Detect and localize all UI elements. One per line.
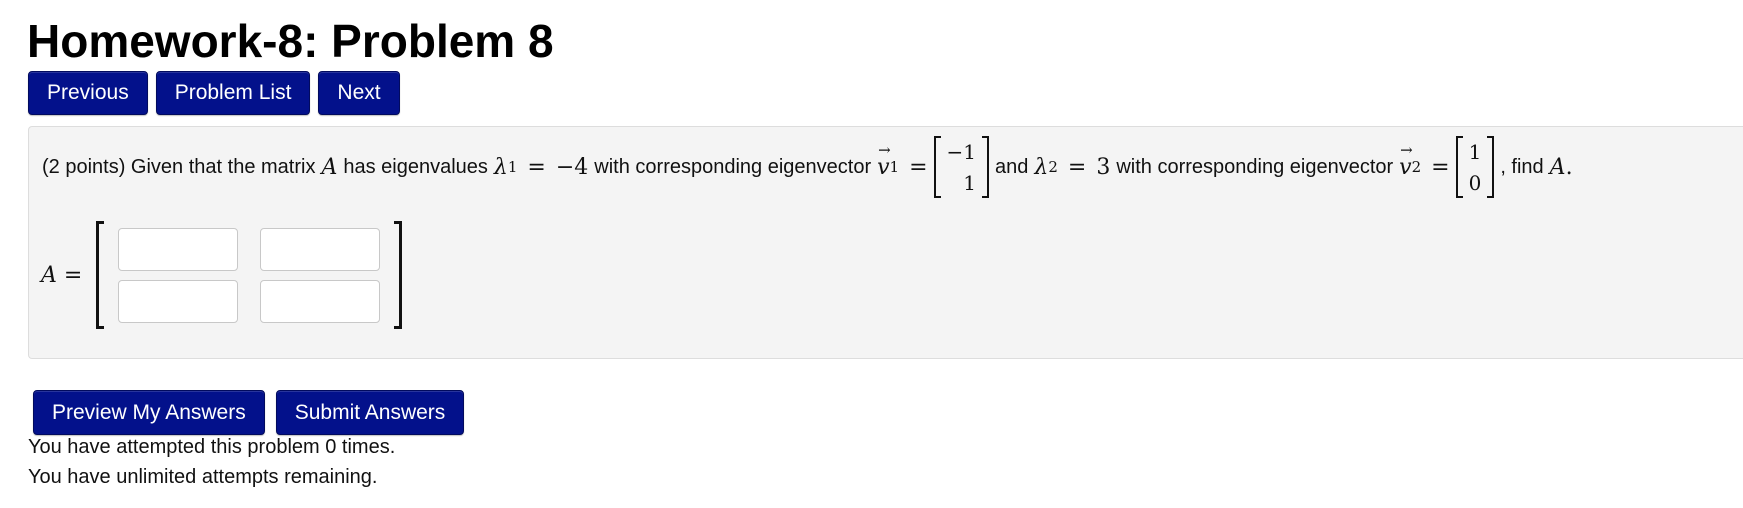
v2-entry-1: 1	[1468, 139, 1482, 164]
lambda2-expression: λ2 = 3	[1034, 154, 1111, 180]
matrix-symbol: A	[321, 154, 338, 180]
answer-actions: Preview My Answers Submit Answers	[33, 390, 465, 435]
attempts-remaining-text: You have unlimited attempts remaining.	[28, 466, 378, 488]
preview-answers-button[interactable]: Preview My Answers	[33, 390, 265, 435]
left-bracket	[96, 221, 105, 329]
eigenvector-v2: 1 0	[1455, 136, 1495, 198]
problem-statement: (2 points) Given that the matrix A has e…	[42, 134, 1573, 200]
previous-button[interactable]: Previous	[28, 71, 148, 115]
v1-symbol: → v 1 =	[877, 140, 928, 180]
problem-list-button[interactable]: Problem List	[155, 71, 311, 115]
submit-answers-button[interactable]: Submit Answers	[275, 390, 465, 435]
v1-entry-1: −1	[946, 139, 977, 164]
matrix-entry-row1-col1[interactable]	[118, 228, 239, 271]
v1-entry-2: 1	[963, 170, 977, 195]
page-title: Homework-8: Problem 8	[27, 15, 554, 67]
matrix-entry-row1-col2[interactable]	[260, 228, 381, 271]
and-text: and	[995, 155, 1029, 178]
corresponding-eigenvector-text-2: with corresponding eigenvector	[1116, 155, 1394, 178]
eigenvector-v1: −1 1	[933, 136, 990, 198]
matrix-entry-row2-col2[interactable]	[260, 280, 381, 323]
has-eigenvalues-text: has eigenvalues	[343, 155, 488, 178]
attempts-count-text: You have attempted this problem 0 times.	[28, 436, 396, 458]
left-bracket	[933, 136, 941, 198]
problem-panel: (2 points) Given that the matrix A has e…	[28, 126, 1743, 359]
right-bracket	[1487, 136, 1495, 198]
answer-label: A =	[41, 262, 83, 288]
answer-matrix	[96, 221, 403, 329]
left-bracket	[1455, 136, 1463, 198]
next-button[interactable]: Next	[318, 71, 400, 115]
matrix-entry-row2-col1[interactable]	[118, 280, 239, 323]
v2-entry-2: 0	[1468, 170, 1482, 195]
right-bracket	[982, 136, 990, 198]
problem-navigation: Previous Problem List Next	[28, 71, 400, 115]
answer-matrix-row: A =	[41, 221, 403, 329]
lambda1-expression: λ1 = −4	[493, 154, 589, 180]
find-text: , find	[1500, 155, 1544, 178]
problem-intro-text: (2 points) Given that the matrix	[42, 155, 316, 178]
right-bracket	[394, 221, 403, 329]
v2-symbol: → v 2 =	[1399, 140, 1450, 180]
corresponding-eigenvector-text-1: with corresponding eigenvector	[594, 155, 872, 178]
find-target-symbol: A.	[1549, 154, 1573, 180]
